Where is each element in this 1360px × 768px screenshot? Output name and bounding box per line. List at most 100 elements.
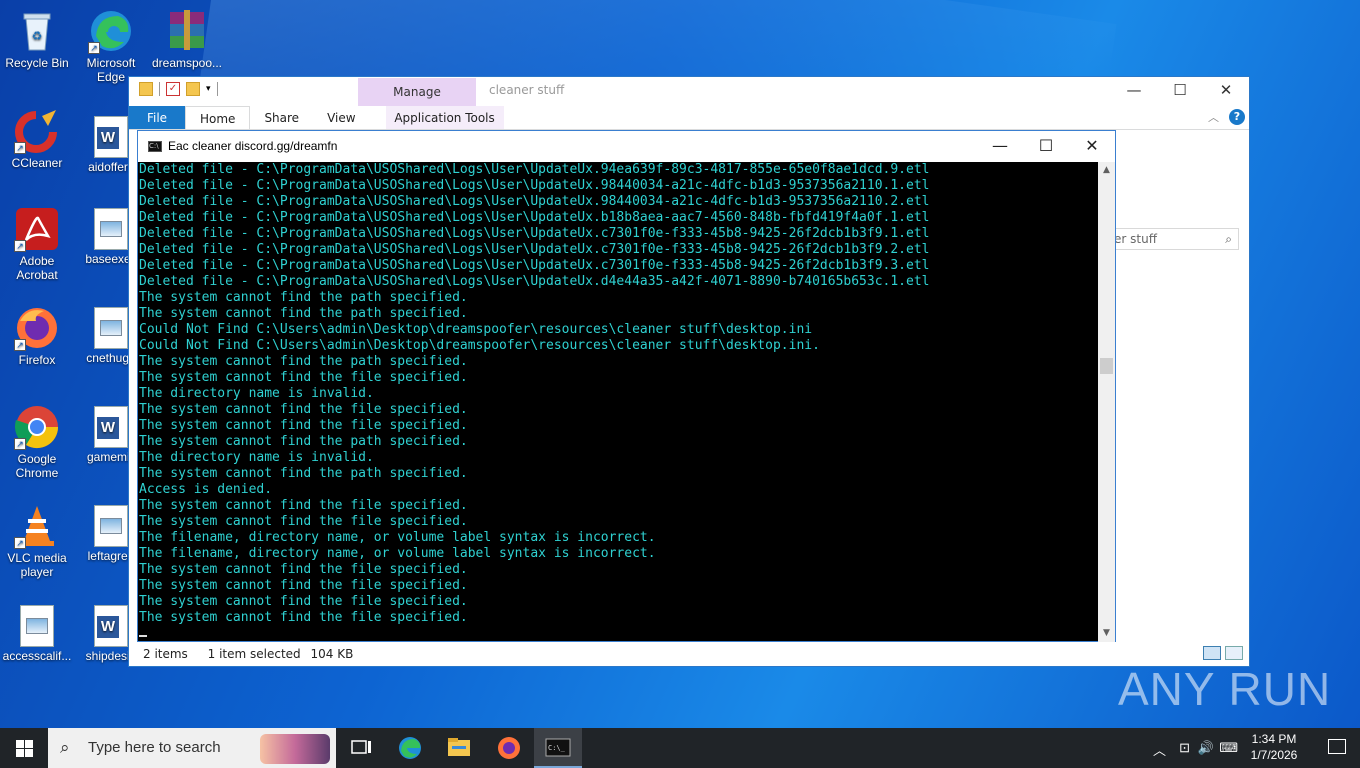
folder-icon xyxy=(139,82,153,96)
volume-icon[interactable]: 🔊 xyxy=(1198,740,1214,756)
console-line: The system cannot find the file specifie… xyxy=(139,402,468,417)
desktop-icon-label: Adobe Acrobat xyxy=(16,254,58,282)
tab-view[interactable]: View xyxy=(313,106,369,129)
console-minimize-button[interactable]: — xyxy=(977,131,1023,162)
maximize-button[interactable]: ☐ xyxy=(1157,77,1203,103)
console-line: The directory name is invalid. xyxy=(139,450,374,465)
network-icon[interactable]: ⊡ xyxy=(1179,740,1190,756)
clock-date: 1/7/2026 xyxy=(1250,748,1298,762)
tab-file[interactable]: File xyxy=(129,106,185,129)
word-document-icon: W xyxy=(94,406,128,448)
desktop-icon-dreamspoofer[interactable]: dreamspoo... xyxy=(150,8,224,70)
console-window[interactable]: C:\ Eac cleaner discord.gg/dreamfn — ☐ ✕… xyxy=(137,130,1116,642)
console-output[interactable]: Deleted file - C:\ProgramData\USOShared\… xyxy=(138,162,1099,642)
console-line: The system cannot find the file specifie… xyxy=(139,514,468,529)
collapse-ribbon-icon[interactable]: ︿ xyxy=(1208,109,1219,125)
desktop-icon-label: VLC media player xyxy=(7,551,67,579)
new-folder-icon[interactable] xyxy=(186,82,200,96)
help-icon[interactable]: ? xyxy=(1229,109,1245,125)
desktop-icon-firefox[interactable]: ↗ Firefox xyxy=(0,305,74,367)
desktop-icon-vlc[interactable]: ↗ VLC media player xyxy=(0,503,74,579)
notification-center-icon[interactable] xyxy=(1328,739,1346,754)
console-titlebar[interactable]: C:\ Eac cleaner discord.gg/dreamfn — ☐ ✕ xyxy=(138,131,1115,162)
svg-text:C:\_: C:\_ xyxy=(548,744,566,752)
minimize-button[interactable]: — xyxy=(1111,77,1157,103)
desktop-icon-adobe-acrobat[interactable]: ↗ Adobe Acrobat xyxy=(0,206,74,282)
console-line: The system cannot find the file specifie… xyxy=(139,578,468,593)
explorer-titlebar[interactable]: ✓ ▾ Manage cleaner stuff — ☐ ✕ xyxy=(129,77,1249,106)
desktop-icon-label: CCleaner xyxy=(11,156,63,170)
manage-context-tab[interactable]: Manage xyxy=(358,78,476,106)
console-line: Deleted file - C:\ProgramData\USOShared\… xyxy=(139,242,930,257)
close-button[interactable]: ✕ xyxy=(1203,77,1249,103)
details-view-button[interactable] xyxy=(1203,646,1221,660)
cmd-icon[interactable]: C:\_ xyxy=(534,728,582,768)
show-hidden-icons-icon[interactable]: ︿ xyxy=(1153,740,1166,759)
tab-share[interactable]: Share xyxy=(250,106,313,129)
desktop-icon-microsoft-edge[interactable]: ↗ Microsoft Edge xyxy=(74,8,148,84)
svg-text:♻: ♻ xyxy=(32,29,43,43)
start-button[interactable] xyxy=(0,728,48,768)
console-line: The system cannot find the file specifie… xyxy=(139,418,468,433)
console-line: The system cannot find the path specifie… xyxy=(139,434,468,449)
word-document-icon: W xyxy=(94,116,128,158)
console-line: The system cannot find the path specifie… xyxy=(139,354,468,369)
console-title: Eac cleaner discord.gg/dreamfn xyxy=(168,139,338,153)
ribbon-tabs: File Home Share View Application Tools xyxy=(129,106,1249,130)
customize-toolbar-icon[interactable]: ▾ xyxy=(206,84,211,94)
vlc-icon: ↗ xyxy=(14,503,60,549)
taskbar-search-placeholder: Type here to search xyxy=(88,739,221,756)
file-explorer-icon[interactable] xyxy=(435,728,483,768)
console-line: The system cannot find the path specifie… xyxy=(139,290,468,305)
console-scrollbar[interactable]: ▲ ▼ xyxy=(1098,162,1115,642)
console-close-button[interactable]: ✕ xyxy=(1069,131,1115,162)
desktop-icon-google-chrome[interactable]: ↗ Google Chrome xyxy=(0,404,74,480)
desktop-icon-accesscalif[interactable]: accesscalif... xyxy=(0,605,74,663)
console-line: The filename, directory name, or volume … xyxy=(139,530,656,545)
shortcut-arrow-icon: ↗ xyxy=(88,42,100,54)
search-icon: ⌕ xyxy=(60,738,70,757)
scroll-up-icon[interactable]: ▲ xyxy=(1098,162,1115,179)
desktop-icon-ccleaner[interactable]: ↗ CCleaner xyxy=(0,108,74,170)
properties-icon[interactable]: ✓ xyxy=(166,82,180,96)
task-view-icon[interactable] xyxy=(336,728,384,768)
console-line: Could Not Find C:\Users\admin\Desktop\dr… xyxy=(139,338,820,353)
edge-icon[interactable] xyxy=(386,728,434,768)
tab-home[interactable]: Home xyxy=(185,106,251,129)
console-line: The system cannot find the path specifie… xyxy=(139,466,468,481)
clock-time: 1:34 PM xyxy=(1251,732,1297,746)
taskbar-search-box[interactable]: ⌕ Type here to search xyxy=(48,728,336,768)
console-line: Access is denied. xyxy=(139,482,273,497)
large-icons-view-button[interactable] xyxy=(1225,646,1243,660)
search-input[interactable]: er stuff ⌕ xyxy=(1105,228,1239,250)
console-line: Deleted file - C:\ProgramData\USOShared\… xyxy=(139,226,930,241)
console-line: The system cannot find the file specifie… xyxy=(139,562,468,577)
console-line: The directory name is invalid. xyxy=(139,386,374,401)
desktop-icon-label: dreamspoo... xyxy=(151,56,223,70)
desktop-icon-recycle-bin[interactable]: ♻ Recycle Bin xyxy=(0,8,74,70)
console-line: The system cannot find the file specifie… xyxy=(139,610,468,625)
keyboard-icon[interactable]: ⌨ xyxy=(1219,740,1238,756)
clock[interactable]: 1:34 PM 1/7/2026 xyxy=(1244,731,1304,763)
word-document-icon: W xyxy=(94,605,128,647)
search-text: er stuff xyxy=(1114,232,1157,246)
shortcut-arrow-icon: ↗ xyxy=(14,537,26,549)
scroll-thumb[interactable] xyxy=(1100,358,1113,374)
image-file-icon xyxy=(94,307,128,349)
console-line: Deleted file - C:\ProgramData\USOShared\… xyxy=(139,258,930,273)
console-line: Deleted file - C:\ProgramData\USOShared\… xyxy=(139,178,930,193)
status-selected: 1 item selected xyxy=(207,647,301,661)
shortcut-arrow-icon: ↗ xyxy=(14,142,26,154)
firefox-icon[interactable] xyxy=(485,728,533,768)
shortcut-arrow-icon: ↗ xyxy=(14,339,26,351)
taskbar: ⌕ Type here to search C:\_ ︿ ⊡ 🔊 ⌨ 1:34 … xyxy=(0,728,1360,768)
status-item-count: 2 items xyxy=(143,647,188,661)
tab-application-tools[interactable]: Application Tools xyxy=(385,106,504,129)
firefox-icon: ↗ xyxy=(14,305,60,351)
console-maximize-button[interactable]: ☐ xyxy=(1023,131,1069,162)
desktop-icon-label: Recycle Bin xyxy=(5,56,69,70)
explorer-title: cleaner stuff xyxy=(489,83,565,97)
scroll-down-icon[interactable]: ▼ xyxy=(1098,625,1115,642)
shortcut-arrow-icon: ↗ xyxy=(14,438,26,450)
acrobat-icon: ↗ xyxy=(14,206,60,252)
